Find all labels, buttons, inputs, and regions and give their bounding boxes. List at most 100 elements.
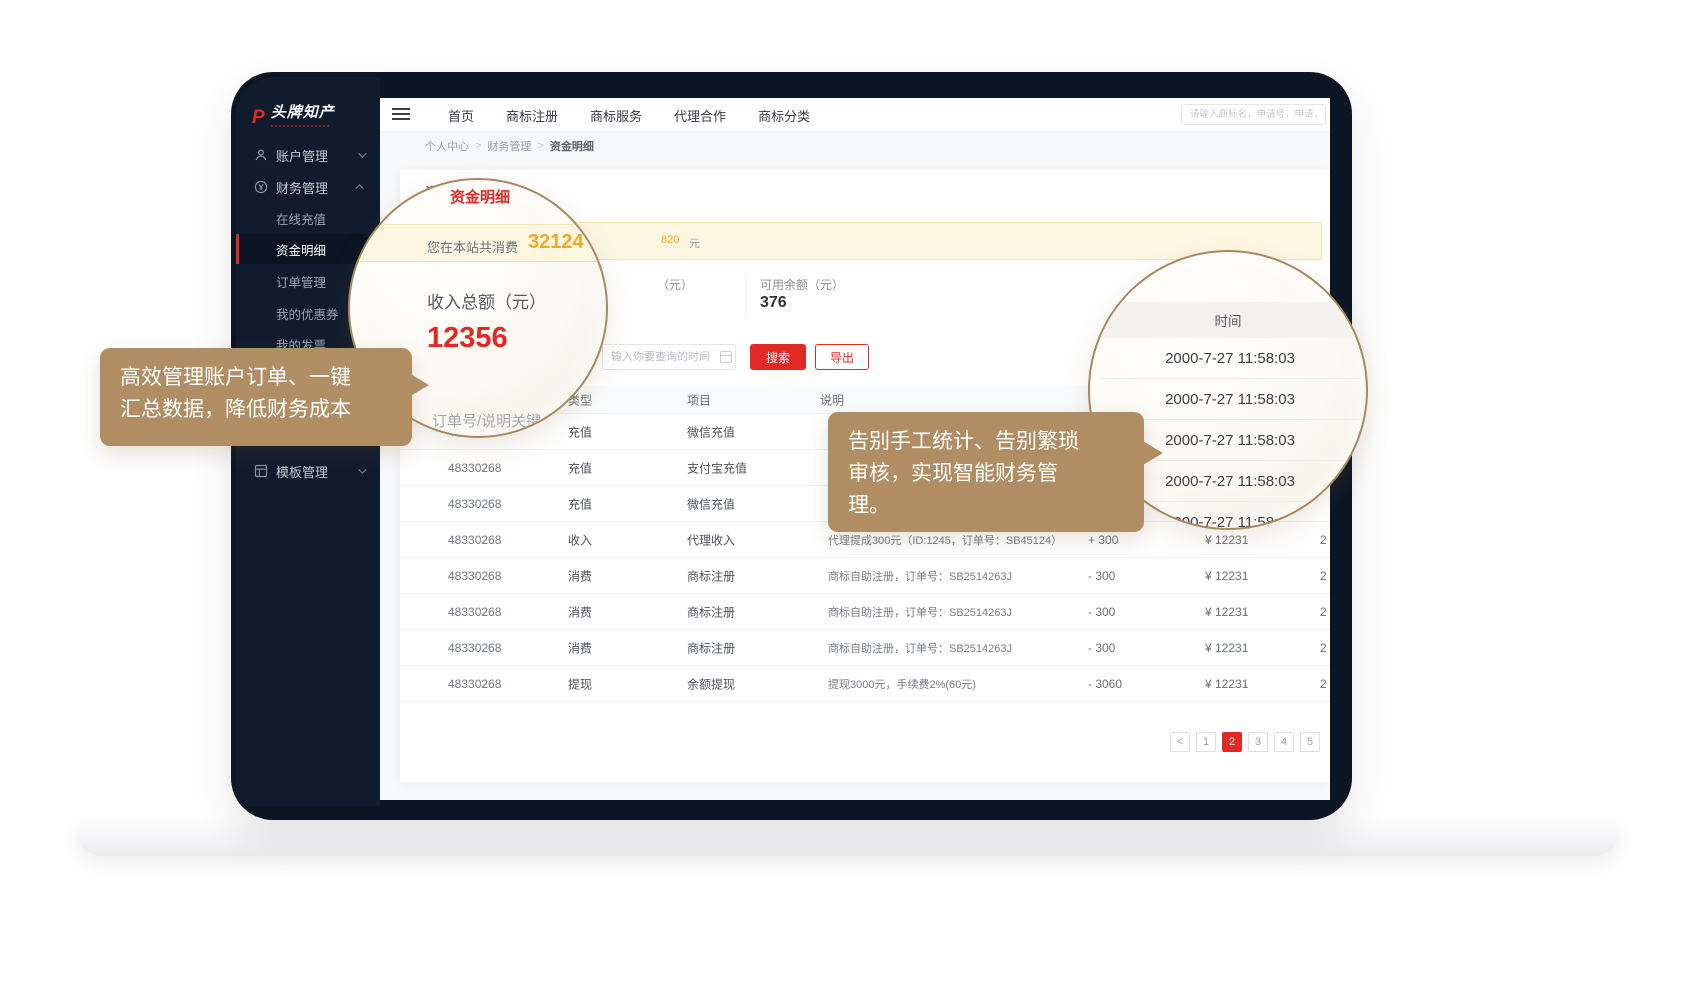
cell-project: 微信充值 — [687, 423, 735, 440]
magnified-banner-amount: 32124 — [528, 231, 584, 254]
magnified-tab-title: 资金明细 — [450, 186, 510, 207]
magnified-time-header: 时间 — [1090, 302, 1366, 338]
pagination-page-4[interactable]: 4 — [1274, 732, 1294, 752]
sidebar-item-finance[interactable]: 财务管理 — [236, 172, 380, 202]
cell-desc: 商标自助注册，订单号：SB2514263J — [828, 568, 1012, 584]
cell-order: 48330268 — [448, 641, 501, 655]
magnified-income-label: 收入总额（元） — [427, 288, 546, 313]
cell-balance: ¥ 12231 — [1205, 641, 1248, 655]
cell-type: 收入 — [568, 531, 592, 548]
cell-project: 支付宝充值 — [687, 459, 747, 476]
cell-balance: ¥ 12231 — [1205, 569, 1248, 583]
cell-order: 48330268 — [448, 461, 501, 475]
cell-time: 2 — [1320, 641, 1330, 655]
cell-order: 48330268 — [448, 605, 501, 619]
magnified-time-cell: 2000-7-27 11:58:03 — [1100, 338, 1360, 379]
pagination-prev[interactable]: < — [1170, 732, 1190, 752]
export-button[interactable]: 导出 — [815, 344, 869, 370]
cell-order: 48330268 — [448, 497, 501, 511]
sidebar-item-label: 订单管理 — [276, 272, 326, 291]
cell-type: 消费 — [568, 567, 592, 584]
cell-type: 充值 — [568, 423, 592, 440]
brand-logo[interactable]: P 头牌知产 — [252, 105, 335, 127]
cell-amount: - 300 — [1088, 569, 1115, 583]
breadcrumb-finance[interactable]: 财务管理 — [487, 138, 531, 154]
balance-value: 376 — [760, 294, 787, 312]
cell-project: 余额提现 — [687, 675, 735, 692]
breadcrumb-separator: > — [537, 140, 543, 152]
calendar-icon[interactable] — [720, 351, 732, 363]
search-button[interactable]: 搜索 — [750, 344, 806, 370]
magnified-keyword-placeholder: 订单号/说明关键 — [432, 410, 541, 431]
top-navbar: 首页 商标注册 商标服务 代理合作 商标分类 — [380, 98, 1330, 132]
callout-left: 高效管理账户订单、一键 汇总数据，降低财务成本 — [100, 348, 412, 446]
cell-type: 提现 — [568, 675, 592, 692]
cell-desc: 商标自助注册，订单号：SB2514263J — [828, 604, 1012, 620]
stat-divider — [745, 274, 746, 318]
chevron-down-icon — [358, 465, 366, 473]
sidebar-item-label: 我的优惠券 — [276, 304, 339, 323]
cell-balance: ¥ 12231 — [1205, 677, 1248, 691]
cell-time: 2 — [1320, 605, 1330, 619]
magnified-income-value: 12356 — [427, 322, 508, 355]
finance-icon — [254, 180, 268, 194]
sort-caret-icon[interactable]: ∨ — [690, 394, 697, 405]
table-row: 48330268 消费 商标注册 商标自助注册，订单号：SB2514263J -… — [400, 594, 1330, 630]
cell-type: 充值 — [568, 495, 592, 512]
date-range-input[interactable] — [602, 344, 736, 370]
cell-type: 充值 — [568, 459, 592, 476]
banner-amount: 820 — [661, 234, 679, 246]
sidebar-item-label: 在线充值 — [276, 209, 326, 228]
table-row: 48330268 消费 商标注册 商标自助注册，订单号：SB2514263J -… — [400, 630, 1330, 666]
table-row: 48330268 消费 商标注册 商标自助注册，订单号：SB2514263J -… — [400, 558, 1330, 594]
magnified-banner: 您在本站共消费 32124 — [350, 224, 606, 262]
brand-name: 头牌知产 — [271, 105, 335, 122]
menu-icon[interactable] — [392, 108, 410, 123]
callout-right: 告别手工统计、告别繁琐 审核，实现智能财务管 理。 — [828, 412, 1144, 532]
nav-item-trademark-service[interactable]: 商标服务 — [574, 106, 658, 125]
nav-item-trademark-register[interactable]: 商标注册 — [490, 106, 574, 125]
breadcrumb-personal-center[interactable]: 个人中心 — [425, 138, 469, 154]
column-header-desc: 说明 — [820, 391, 844, 408]
breadcrumb: 个人中心 > 财务管理 > 资金明细 — [380, 132, 1330, 160]
cell-desc: 商标自助注册，订单号：SB2514263J — [828, 640, 1012, 656]
brand-logo-icon: P — [252, 108, 265, 127]
callout-left-arrow — [407, 372, 429, 398]
sidebar-item-label: 模板管理 — [276, 462, 328, 481]
sidebar-item-account[interactable]: 账户管理 — [236, 140, 380, 170]
sidebar-item-label: 资金明细 — [276, 240, 326, 259]
cell-project: 代理收入 — [687, 531, 735, 548]
nav-item-home[interactable]: 首页 — [432, 106, 490, 125]
breadcrumb-current: 资金明细 — [550, 138, 594, 154]
cell-desc: 代理提成300元（ID:1245，订单号：SB45124） — [828, 532, 1062, 548]
callout-right-arrow — [1141, 440, 1163, 466]
active-indicator — [236, 234, 239, 264]
pagination-page-5[interactable]: 5 — [1300, 732, 1320, 752]
brand-subtext — [271, 125, 329, 127]
template-icon — [254, 464, 268, 478]
cell-time: 2 — [1320, 677, 1330, 691]
user-icon — [254, 148, 268, 162]
nav-item-trademark-category[interactable]: 商标分类 — [742, 106, 826, 125]
nav-item-agent-cooperation[interactable]: 代理合作 — [658, 106, 742, 125]
pagination: < 1 2 3 4 5 — [1170, 732, 1320, 752]
pagination-page-1[interactable]: 1 — [1196, 732, 1216, 752]
cell-project: 微信充值 — [687, 495, 735, 512]
main-nav: 首页 商标注册 商标服务 代理合作 商标分类 — [432, 98, 826, 132]
cell-amount: + 300 — [1088, 533, 1118, 547]
cell-type: 消费 — [568, 603, 592, 620]
cell-amount: - 3060 — [1088, 677, 1122, 691]
cell-type: 消费 — [568, 639, 592, 656]
chevron-down-icon — [358, 149, 366, 157]
cell-balance: ¥ 12231 — [1205, 533, 1248, 547]
cell-project: 商标注册 — [687, 567, 735, 584]
banner-unit: 元 — [689, 235, 700, 251]
sidebar-item-template[interactable]: 模板管理 — [236, 456, 380, 486]
search-input[interactable] — [1181, 104, 1326, 125]
cell-order: 48330268 — [448, 569, 501, 583]
cell-project: 商标注册 — [687, 603, 735, 620]
pagination-page-3[interactable]: 3 — [1248, 732, 1268, 752]
cell-project: 商标注册 — [687, 639, 735, 656]
cell-amount: - 300 — [1088, 641, 1115, 655]
pagination-page-2-active[interactable]: 2 — [1222, 732, 1242, 752]
